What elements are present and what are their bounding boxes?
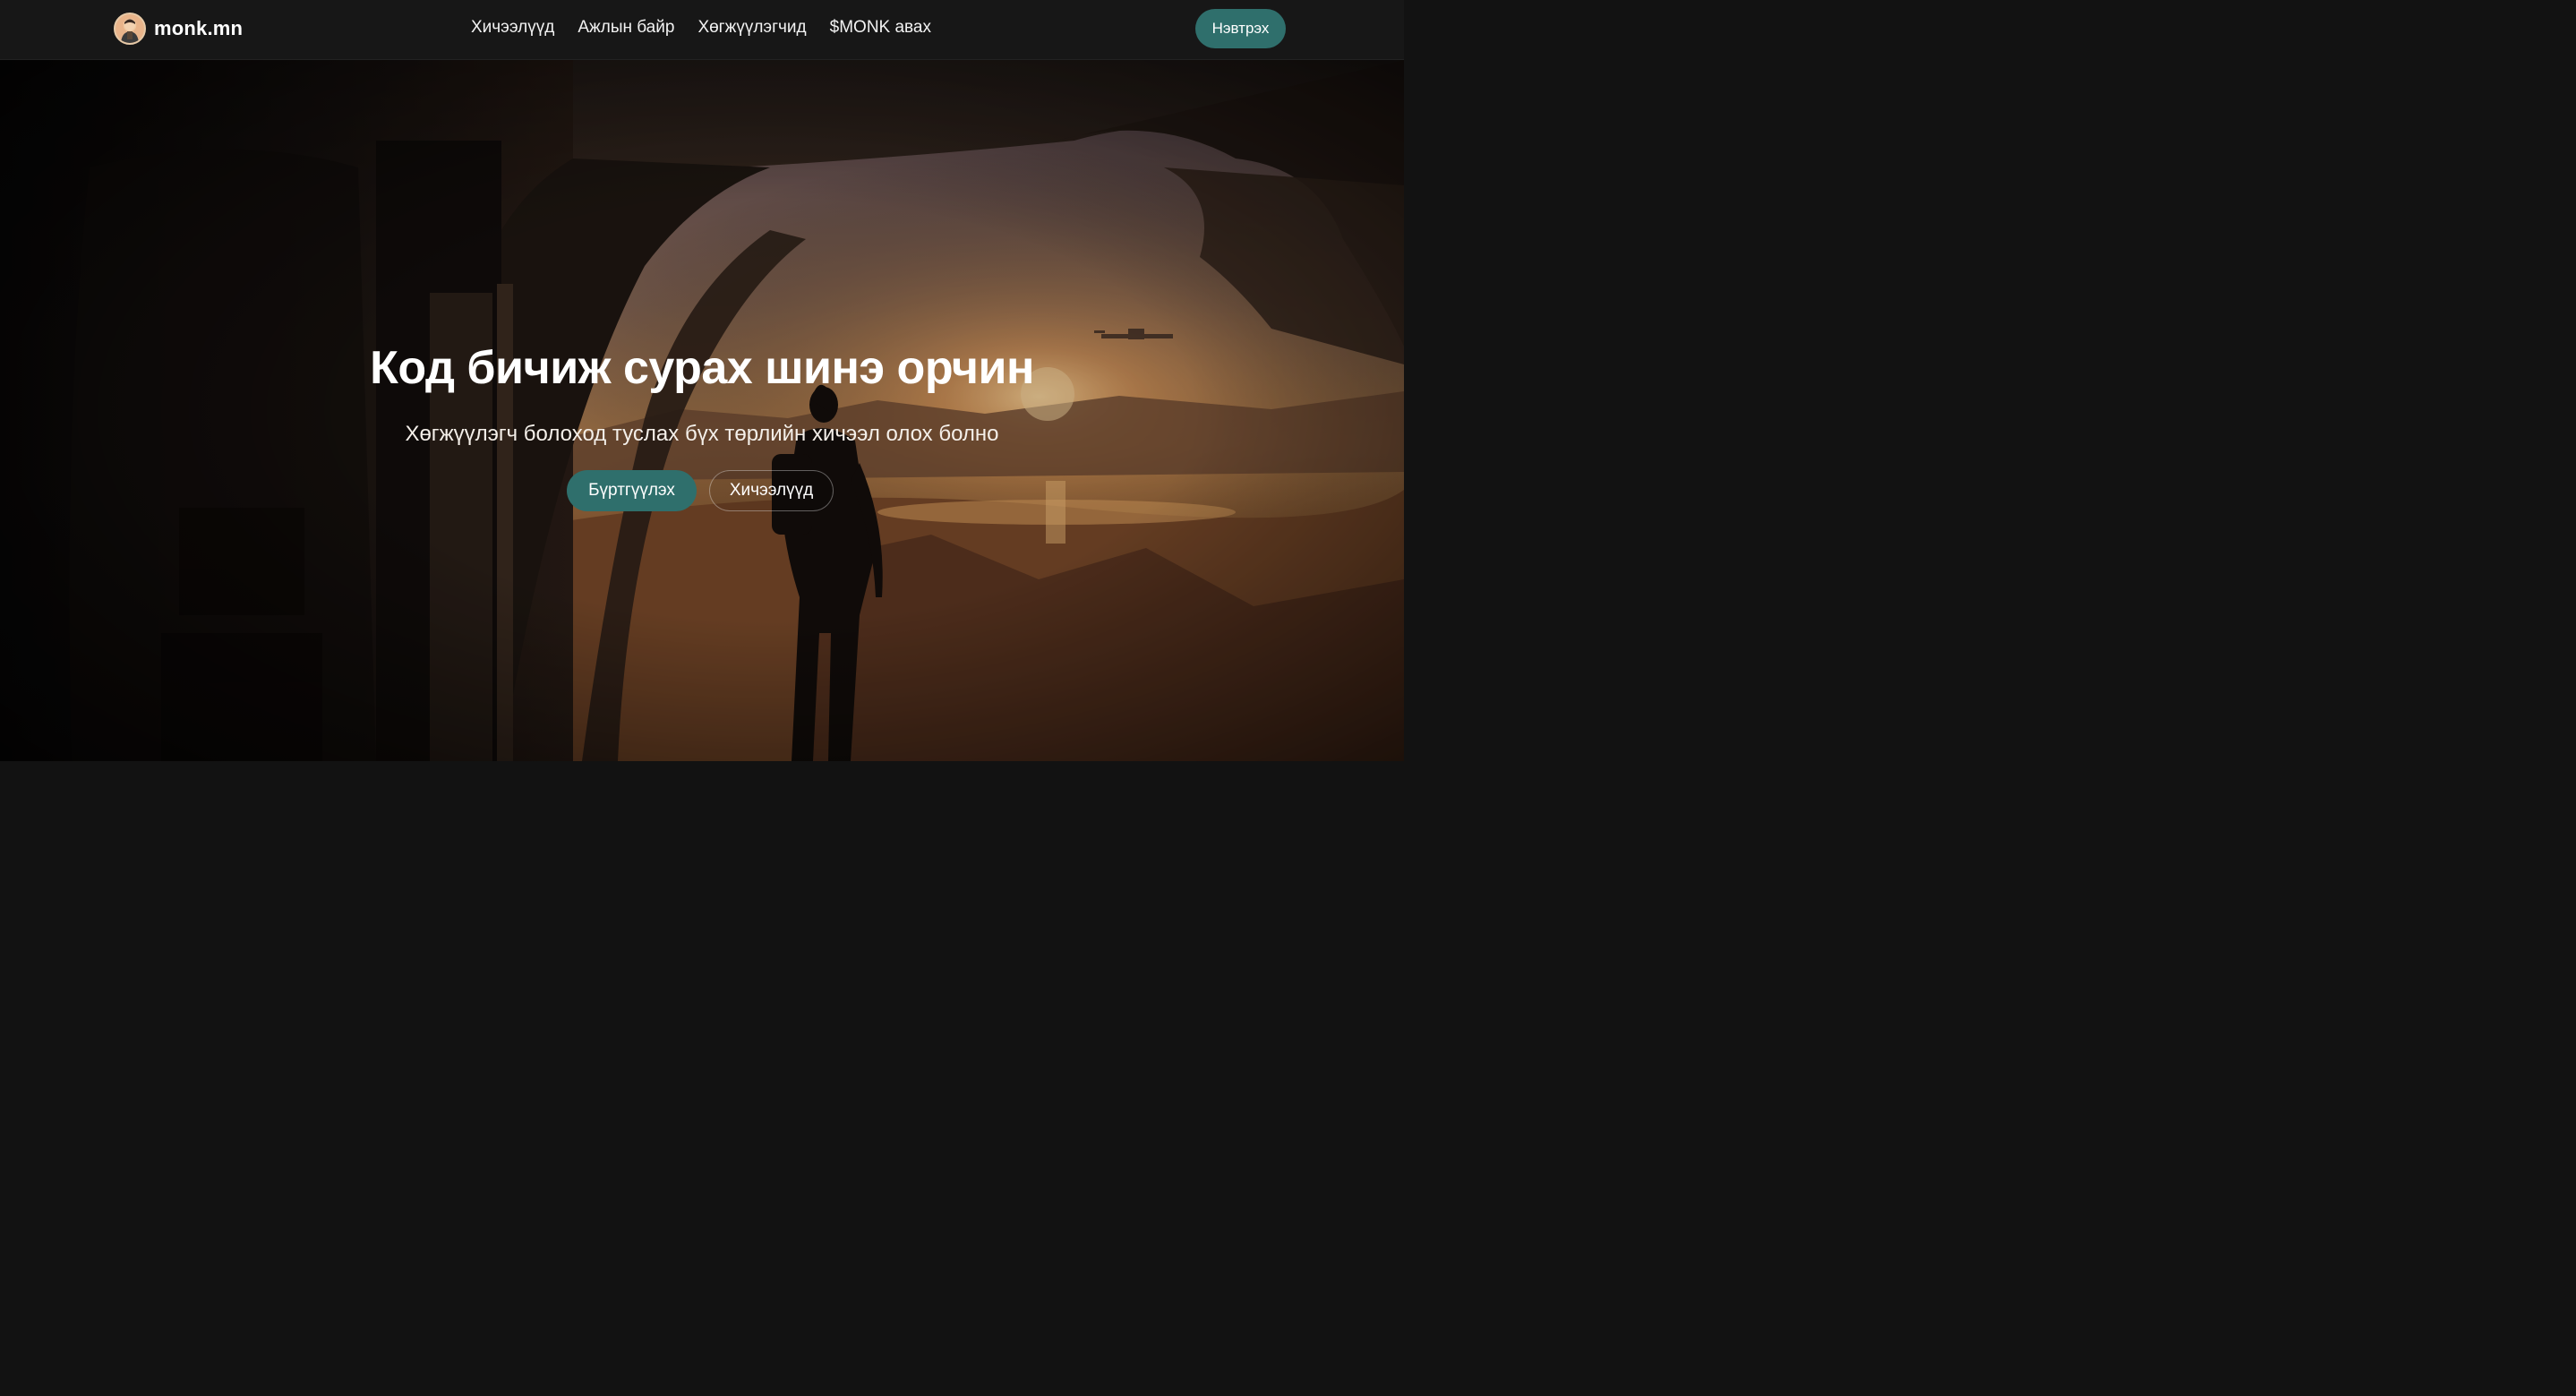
login-button[interactable]: Нэвтрэх (1195, 9, 1286, 48)
lessons-button[interactable]: Хичээлүүд (709, 470, 834, 511)
nav-link-developers[interactable]: Хөгжүүлэгчид (697, 18, 806, 38)
hero-section: Код бичиж сурах шинэ орчин Хөгжүүлэгч бо… (0, 60, 1404, 761)
register-button[interactable]: Бүртгүүлэх (567, 470, 697, 511)
hero-content: Код бичиж сурах шинэ орчин Хөгжүүлэгч бо… (0, 60, 1404, 761)
main-nav: Хичээлүүд Ажлын байр Хөгжүүлэгчид $MONK … (471, 18, 931, 38)
nav-link-buy-monk[interactable]: $MONK авах (830, 18, 931, 38)
monk-avatar-icon (114, 13, 146, 45)
brand-name: monk.mn (154, 17, 244, 39)
hero-subtitle: Хөгжүүлэгч болоход туслах бүх төрлийн хи… (405, 422, 999, 446)
hero-cta-row: Бүртгүүлэх Хичээлүүд (567, 470, 834, 511)
nav-link-jobs[interactable]: Ажлын байр (578, 18, 674, 38)
hero-title: Код бичиж сурах шинэ орчин (370, 342, 1034, 394)
brand-home-link[interactable]: monk.mn (114, 13, 243, 45)
top-navbar: monk.mn Хичээлүүд Ажлын байр Хөгжүүлэгчи… (0, 0, 1404, 60)
nav-link-lessons[interactable]: Хичээлүүд (471, 18, 554, 38)
